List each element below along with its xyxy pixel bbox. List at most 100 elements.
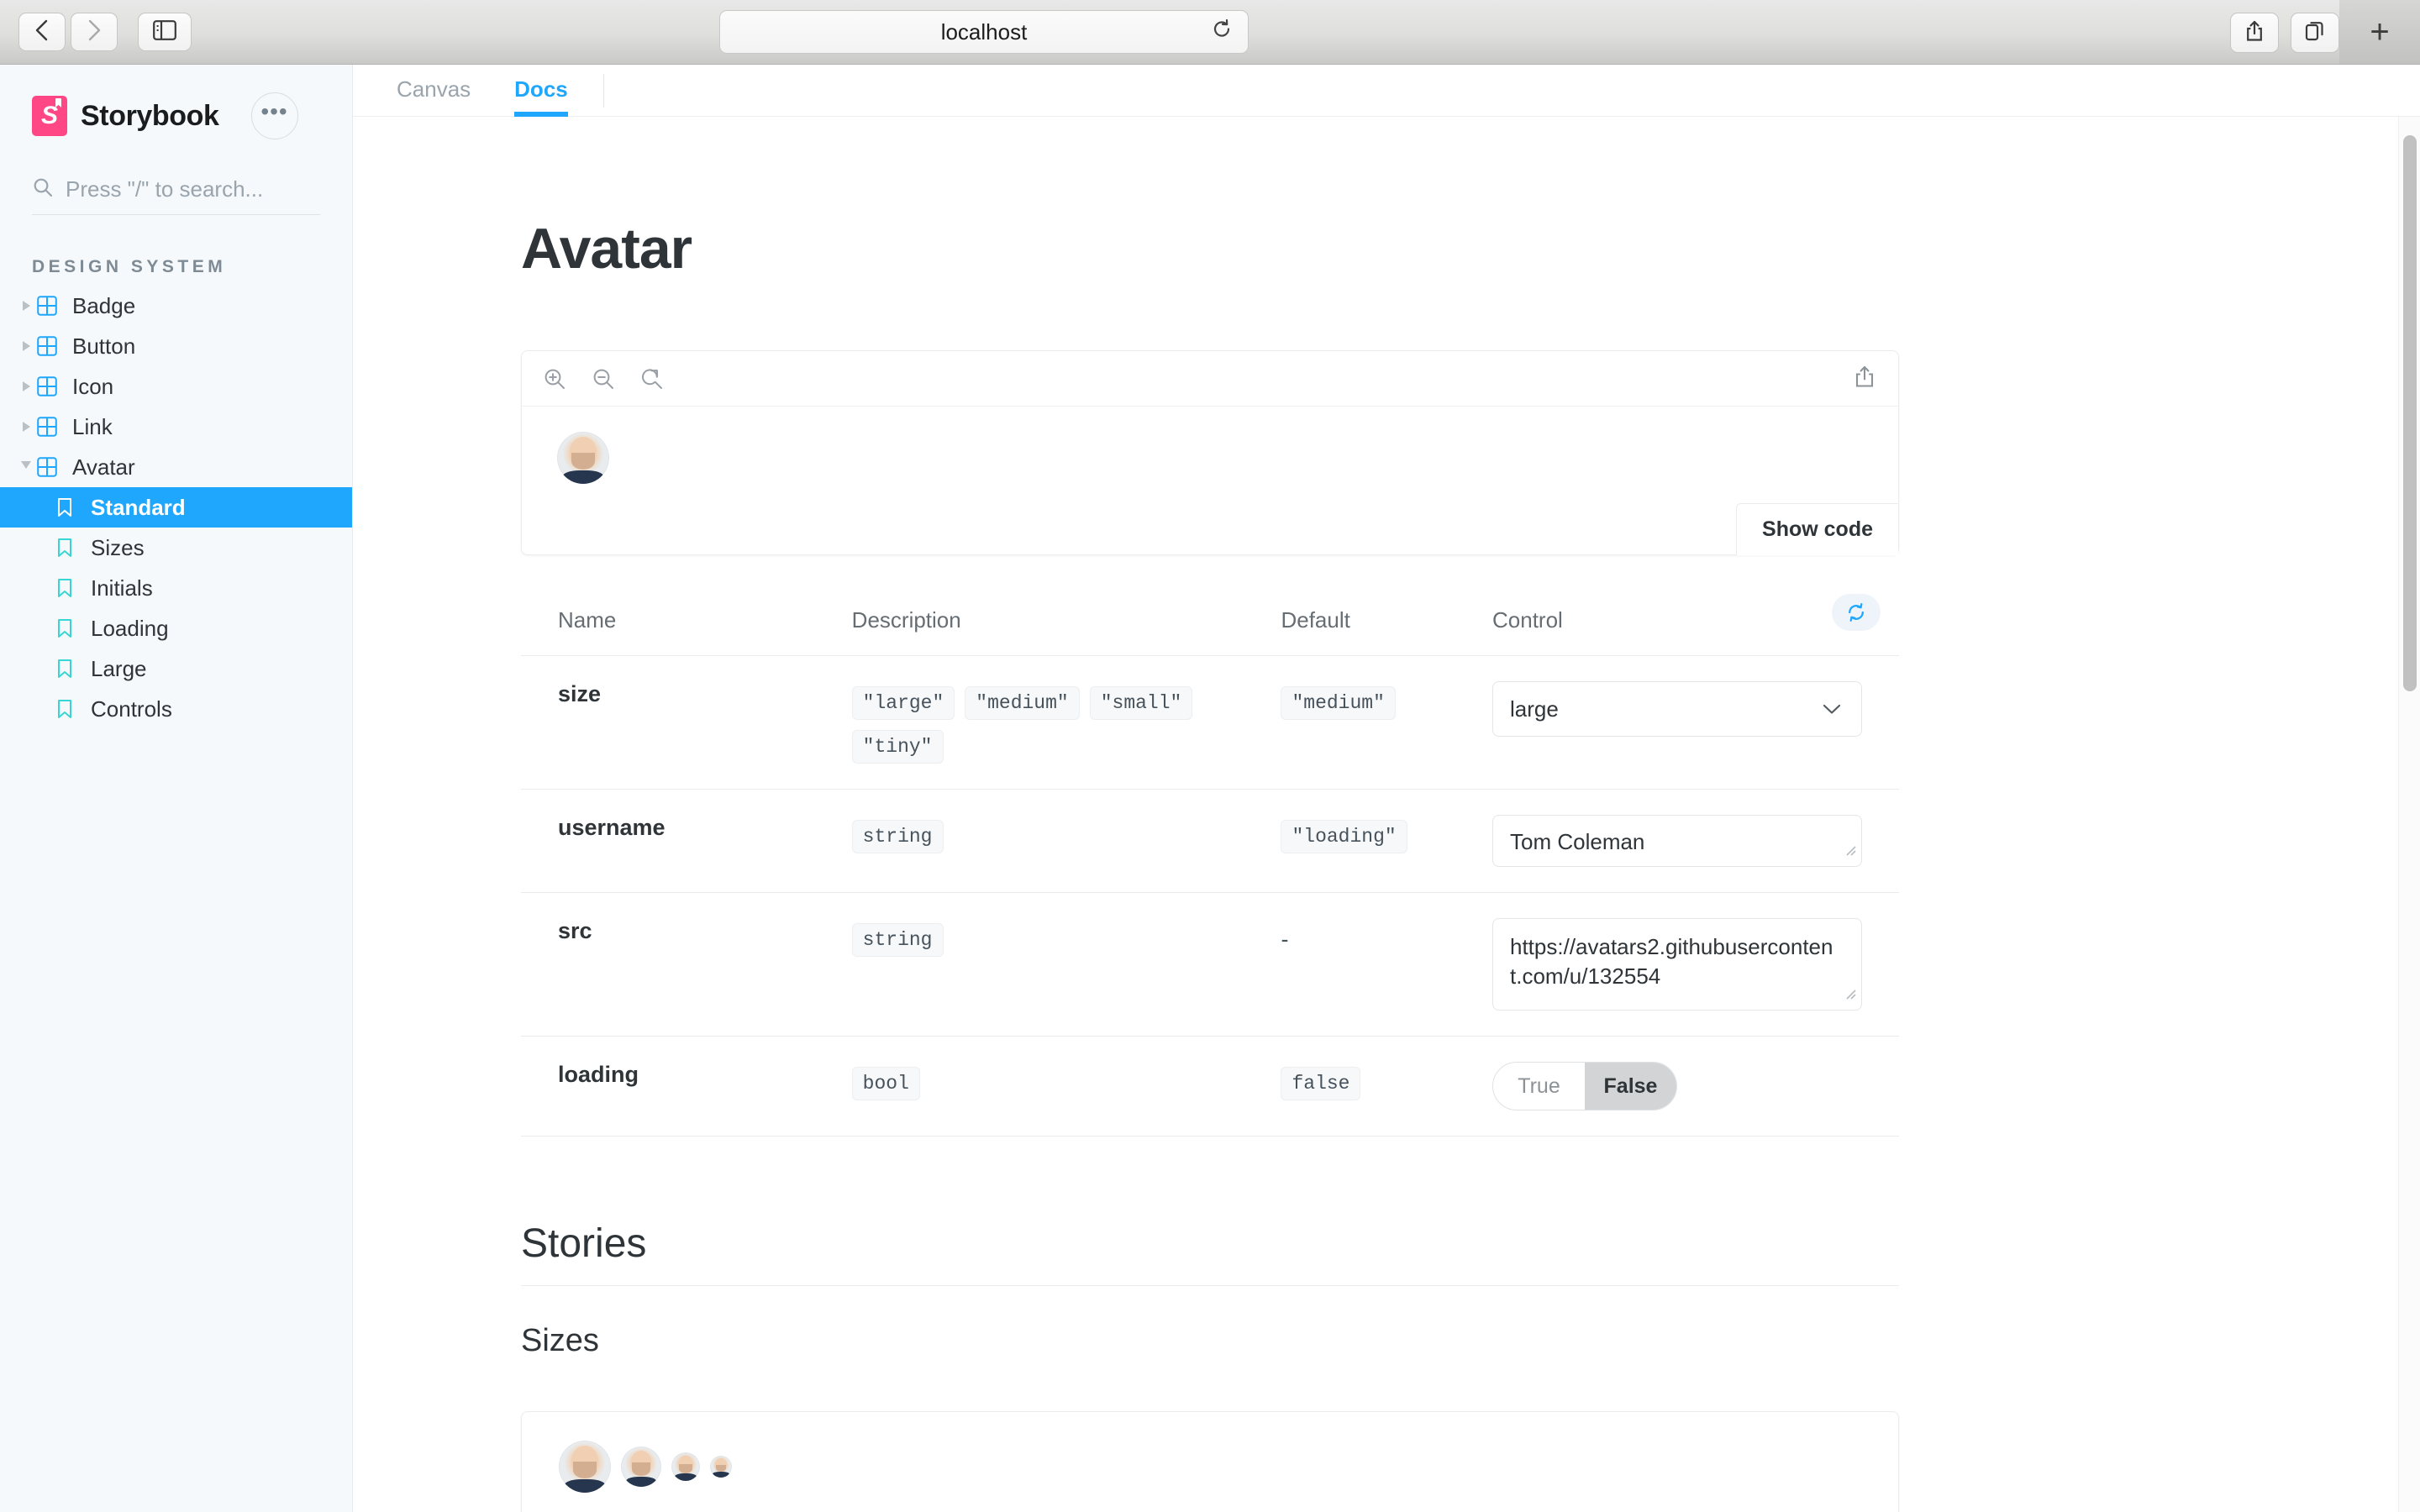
docs-scroll-area: Avatar Show code Name Description Defaul… — [353, 117, 2420, 1512]
reload-icon[interactable] — [1211, 18, 1233, 46]
tab-separator — [602, 74, 604, 108]
new-tab-button[interactable]: + — [2339, 0, 2420, 64]
bookmark-icon — [55, 618, 86, 638]
bookmark-icon — [55, 578, 86, 598]
chevron-right-icon[interactable] — [15, 341, 37, 351]
chevron-right-icon[interactable] — [15, 422, 37, 432]
brand-title: Storybook — [81, 99, 219, 132]
sidebar-item-avatar[interactable]: Avatar — [0, 447, 352, 487]
table-row: src string - https://avatars2.githubuser — [521, 891, 1899, 1037]
avatar-large — [559, 1441, 611, 1494]
arg-default: "loading" — [1281, 789, 1492, 893]
default-value: - — [1281, 927, 1289, 952]
zoom-in-icon[interactable] — [542, 366, 567, 391]
sidebar-story-standard[interactable]: Standard — [0, 487, 352, 528]
chevron-right-icon[interactable] — [15, 381, 37, 391]
sidebar-menu-button[interactable]: ••• — [250, 92, 298, 139]
chevron-right-icon[interactable] — [15, 301, 37, 311]
zoom-reset-icon[interactable] — [639, 366, 665, 391]
show-code-button[interactable]: Show code — [1736, 503, 1898, 555]
component-icon — [37, 296, 67, 316]
new-tab-label: + — [2370, 13, 2390, 50]
resize-grip-icon[interactable] — [1843, 984, 1856, 1006]
back-button[interactable] — [18, 13, 66, 51]
column-header-control: Control — [1492, 594, 1899, 656]
tab-label: Canvas — [397, 76, 471, 102]
username-input[interactable]: Tom Coleman — [1492, 815, 1862, 867]
type-chip: "small" — [1089, 686, 1193, 720]
zoom-out-icon[interactable] — [591, 366, 616, 391]
sizes-heading: Sizes — [521, 1323, 599, 1359]
sizes-story-card — [521, 1411, 1899, 1512]
sidebar-item-label: Button — [72, 333, 136, 359]
tab-bar: Canvas Docs — [353, 65, 2420, 117]
sidebar: S Storybook ••• Press "/" to search... D… — [0, 65, 353, 1512]
src-textarea[interactable]: https://avatars2.githubusercontent.com/u… — [1492, 918, 1862, 1011]
loading-boolean-toggle[interactable]: True False — [1492, 1062, 1677, 1111]
args-table: Name Description Default Control size "l… — [521, 594, 1899, 1137]
sidebar-story-loading[interactable]: Loading — [0, 608, 352, 648]
bookmark-icon — [55, 538, 86, 558]
address-bar[interactable]: localhost — [719, 10, 1249, 54]
chevron-down-icon[interactable] — [15, 460, 37, 474]
resize-grip-icon[interactable] — [1843, 840, 1856, 863]
docs-container: Avatar Show code Name Description Defaul… — [521, 216, 1899, 1512]
chevron-right-icon — [85, 18, 103, 47]
avatar-group — [559, 1441, 732, 1494]
toggle-option-false[interactable]: False — [1585, 1063, 1676, 1110]
tab-canvas[interactable]: Canvas — [375, 76, 492, 116]
ellipsis-icon: ••• — [260, 98, 288, 124]
search-input[interactable]: Press "/" to search... — [32, 176, 320, 215]
sidebar-story-sizes[interactable]: Sizes — [0, 528, 352, 568]
search-icon — [32, 176, 54, 202]
table-row: size "large" "medium" "small" "tiny" "me… — [521, 655, 1899, 790]
size-select[interactable]: large — [1492, 681, 1862, 737]
sidebar-item-badge[interactable]: Badge — [0, 286, 352, 326]
arg-control: large — [1492, 655, 1899, 790]
arg-description: "large" "medium" "small" "tiny" — [851, 655, 1281, 790]
storybook-logo-icon: S — [32, 96, 67, 136]
browser-actions — [2230, 13, 2339, 53]
sidebar-story-label: Initials — [91, 575, 153, 601]
sidebar-item-icon[interactable]: Icon — [0, 366, 352, 407]
avatar-tiny — [710, 1456, 732, 1478]
sidebar-toggle-button[interactable] — [138, 13, 192, 51]
tab-overview-button[interactable] — [2291, 13, 2339, 53]
toggle-option-true[interactable]: True — [1493, 1063, 1585, 1110]
sidebar-story-label: Large — [91, 655, 147, 681]
sidebar-story-initials[interactable]: Initials — [0, 568, 352, 608]
column-header-description: Description — [851, 607, 961, 633]
sidebar-tree: Badge Button Icon Link Avatar Standard S… — [0, 286, 352, 729]
story-preview-card: Show code — [521, 350, 1899, 555]
size-select-value: large — [1510, 696, 1559, 722]
vertical-scrollbar[interactable] — [2398, 117, 2420, 1512]
sidebar-item-label: Link — [72, 413, 113, 439]
type-chip: bool — [851, 1067, 920, 1101]
sidebar-item-button[interactable]: Button — [0, 326, 352, 366]
sidebar-story-large[interactable]: Large — [0, 648, 352, 689]
sidebar-story-controls[interactable]: Controls — [0, 689, 352, 729]
default-chip: "loading" — [1281, 820, 1407, 853]
tab-docs[interactable]: Docs — [492, 76, 590, 117]
main-content: Canvas Docs Avatar Show code Name Descri… — [353, 65, 2420, 1512]
arg-name: src — [521, 891, 852, 1037]
sidebar-item-link[interactable]: Link — [0, 407, 352, 447]
arg-default: - — [1281, 891, 1492, 1037]
arg-name: loading — [521, 1036, 852, 1137]
table-row: username string "loading" Tom Coleman — [521, 789, 1899, 893]
url-text: localhost — [940, 18, 1028, 45]
arg-name: username — [521, 789, 852, 893]
avatar-medium — [621, 1446, 661, 1488]
share-button[interactable] — [2230, 13, 2279, 53]
arg-description: string — [851, 891, 1281, 1037]
reset-controls-icon[interactable] — [1832, 594, 1881, 631]
chevron-left-icon — [33, 18, 51, 47]
story-preview-body: Show code — [522, 407, 1898, 555]
forward-button[interactable] — [71, 13, 118, 51]
bookmark-icon — [55, 699, 86, 719]
component-icon — [37, 336, 67, 356]
browser-nav-group — [18, 13, 192, 51]
arg-control: Tom Coleman — [1492, 789, 1899, 893]
scrollbar-thumb[interactable] — [2403, 135, 2417, 691]
open-in-new-icon[interactable] — [1853, 364, 1876, 393]
